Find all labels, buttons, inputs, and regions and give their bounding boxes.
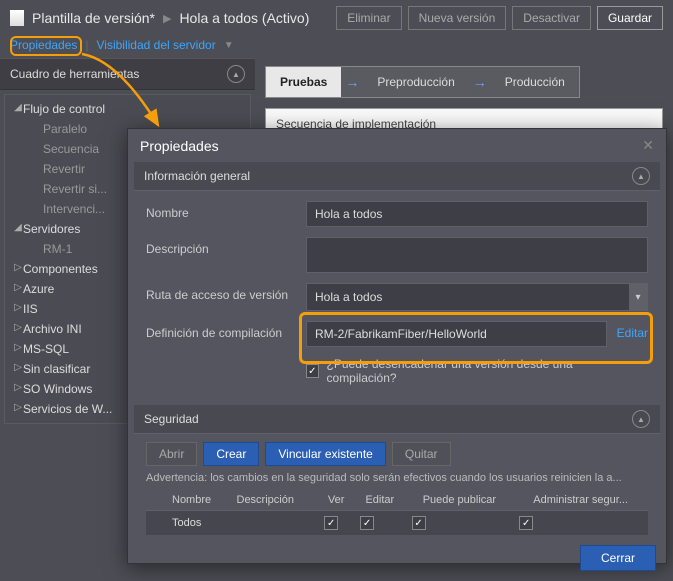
descripcion-input[interactable] [306, 237, 648, 273]
toolbox-title: Cuadro de herramientas [10, 67, 139, 81]
chevron-down-icon[interactable]: ▼ [224, 40, 234, 51]
tab-separator: | [85, 38, 88, 52]
breadcrumb-arrow-icon: ▶ [163, 12, 171, 25]
section-collapse-icon[interactable] [632, 410, 650, 428]
ruta-label: Ruta de acceso de versión [146, 283, 296, 302]
save-button[interactable]: Guardar [597, 6, 663, 30]
panel-title: Propiedades [140, 138, 219, 154]
perm-publicar-checkbox[interactable] [412, 516, 426, 530]
nombre-input[interactable] [306, 201, 648, 227]
stage-produccion[interactable]: Producción [491, 67, 579, 97]
deactivate-button[interactable]: Desactivar [512, 6, 591, 30]
security-warning: Advertencia: los cambios en la seguridad… [134, 470, 660, 490]
stage-arrow-icon [469, 74, 491, 90]
ruta-value: Hola a todos [315, 290, 382, 304]
stage-arrow-icon [341, 74, 363, 90]
perm-editar-checkbox[interactable] [360, 516, 374, 530]
nombre-label: Nombre [146, 201, 296, 220]
properties-panel: Propiedades ✕ Información general Nombre… [127, 128, 667, 564]
col-publicar[interactable]: Puede publicar [406, 490, 514, 511]
perm-admin-checkbox[interactable] [519, 516, 533, 530]
delete-button[interactable]: Eliminar [336, 6, 401, 30]
vincular-button[interactable]: Vincular existente [265, 442, 386, 466]
table-row[interactable]: Todos [146, 511, 648, 536]
col-descripcion[interactable]: Descripción [231, 490, 319, 511]
section-general-title: Información general [144, 169, 250, 183]
definicion-label: Definición de compilación [146, 321, 296, 340]
template-title: Plantilla de versión* [32, 10, 155, 26]
ruta-select[interactable]: Hola a todos [306, 283, 648, 311]
tab-properties[interactable]: Propiedades [10, 38, 77, 52]
document-icon [10, 10, 24, 26]
col-admin[interactable]: Administrar segur... [513, 490, 648, 511]
permissions-table: Nombre Descripción Ver Editar Puede publ… [146, 490, 648, 535]
trigger-checkbox[interactable] [306, 364, 319, 378]
abrir-button[interactable]: Abrir [146, 442, 197, 466]
quitar-button[interactable]: Quitar [392, 442, 451, 466]
toolbox-collapse-icon[interactable] [227, 65, 245, 83]
new-version-button[interactable]: Nueva versión [408, 6, 507, 30]
edit-link[interactable]: Editar [617, 321, 648, 340]
col-ver[interactable]: Ver [318, 490, 354, 511]
trigger-label: ¿Puede desencadenar una versión desde un… [327, 357, 607, 385]
crear-button[interactable]: Crear [203, 442, 259, 466]
dropdown-icon[interactable] [629, 284, 647, 310]
row-name: Todos [166, 511, 231, 536]
perm-ver-checkbox[interactable] [324, 516, 338, 530]
tab-server-visibility[interactable]: Visibilidad del servidor [97, 38, 216, 52]
active-title: Hola a todos (Activo) [179, 10, 309, 26]
tree-flow-control[interactable]: ◢Flujo de control [13, 99, 250, 119]
close-icon[interactable]: ✕ [642, 137, 654, 154]
col-nombre[interactable]: Nombre [166, 490, 231, 511]
section-security-title: Seguridad [144, 412, 199, 426]
stage-preproduccion[interactable]: Preproducción [363, 67, 468, 97]
definicion-input[interactable] [306, 321, 607, 347]
cerrar-button[interactable]: Cerrar [580, 545, 656, 571]
stage-group: Pruebas Preproducción Producción [265, 66, 580, 98]
descripcion-label: Descripción [146, 237, 296, 256]
section-collapse-icon[interactable] [632, 167, 650, 185]
col-editar[interactable]: Editar [354, 490, 405, 511]
stage-pruebas[interactable]: Pruebas [266, 67, 341, 97]
